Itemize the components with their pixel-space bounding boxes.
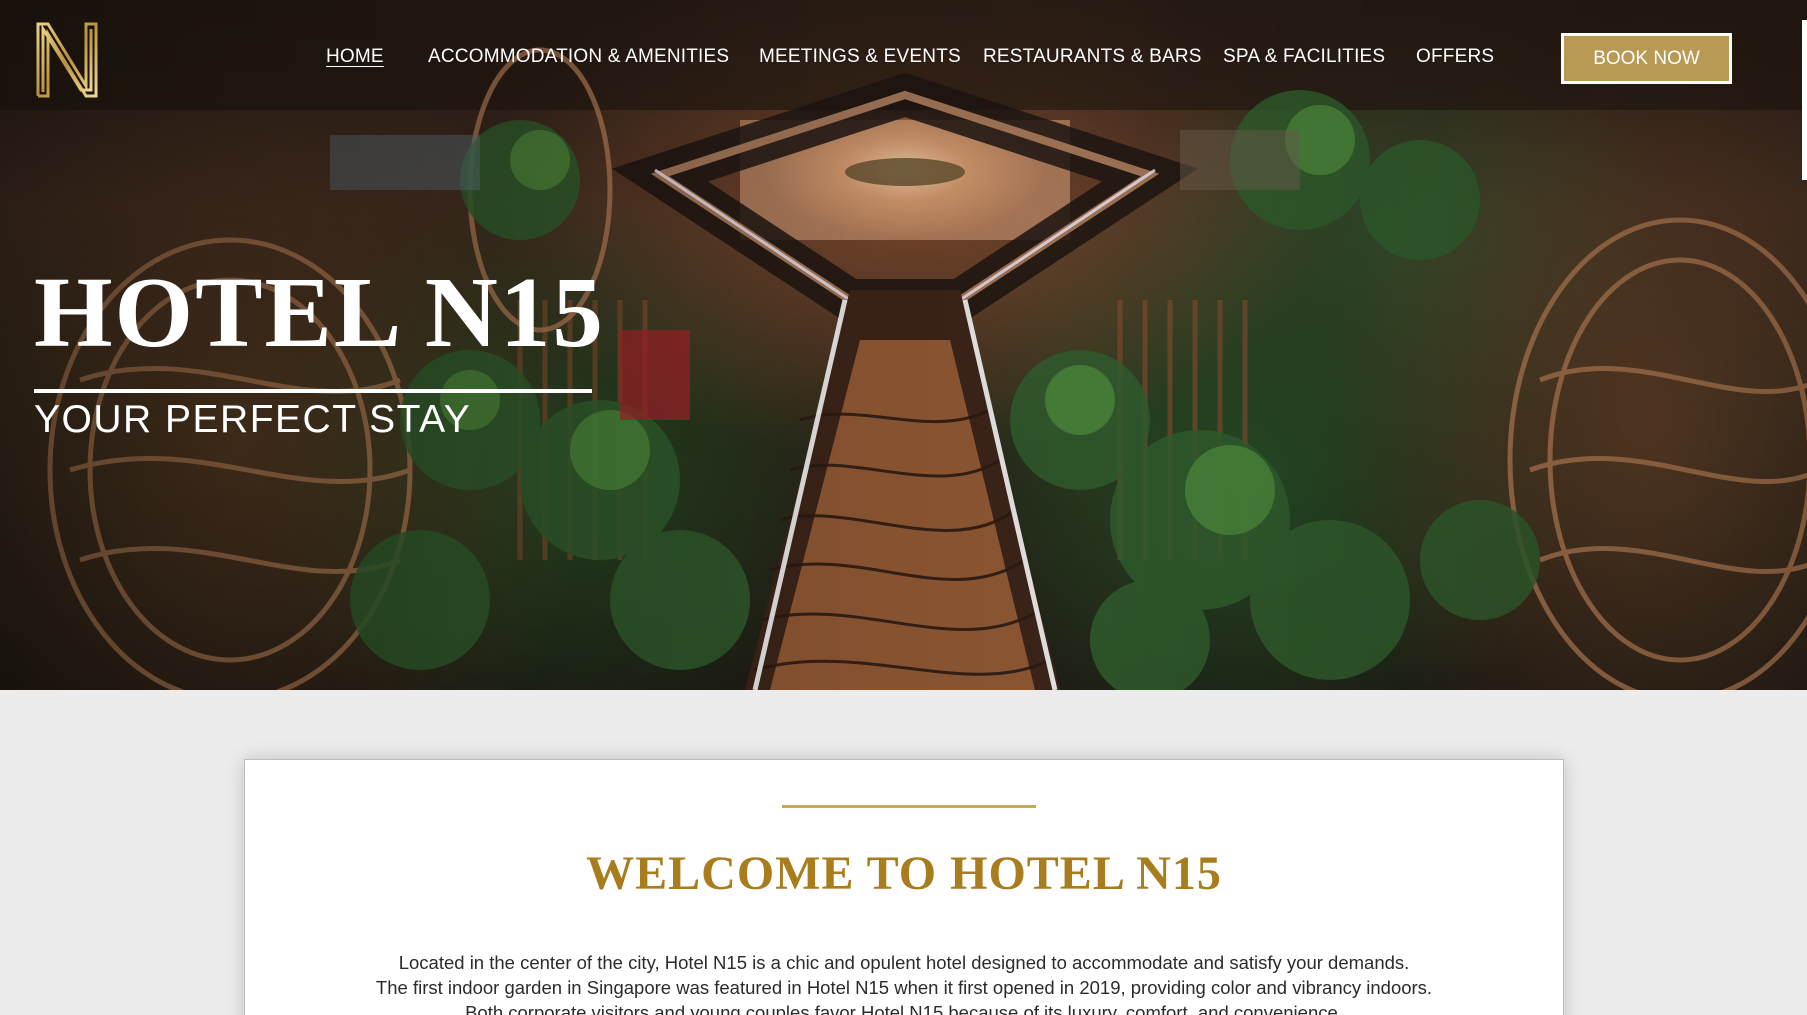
nav-home[interactable]: HOME bbox=[326, 46, 384, 68]
main-nav: HOME ACCOMMODATION & AMENITIES MEETINGS … bbox=[0, 46, 1807, 76]
page: HOME ACCOMMODATION & AMENITIES MEETINGS … bbox=[0, 0, 1807, 1015]
hero-divider bbox=[34, 389, 592, 393]
welcome-line-1: Located in the center of the city, Hotel… bbox=[398, 952, 1410, 973]
scrollbar-thumb[interactable] bbox=[1802, 20, 1807, 180]
nav-spa-facilities[interactable]: SPA & FACILITIES bbox=[1223, 46, 1385, 68]
book-now-button[interactable]: BOOK NOW bbox=[1561, 33, 1732, 84]
nav-meetings-events[interactable]: MEETINGS & EVENTS bbox=[759, 46, 961, 68]
hero-subtitle: YOUR PERFECT STAY bbox=[34, 398, 472, 441]
welcome-divider bbox=[782, 805, 1036, 808]
welcome-line-3: Both corporate visitors and young couple… bbox=[465, 1002, 1343, 1015]
welcome-card: WELCOME TO HOTEL N15 Located in the cent… bbox=[244, 759, 1564, 1015]
welcome-title: WELCOME TO HOTEL N15 bbox=[586, 847, 1222, 900]
hero-banner: HOME ACCOMMODATION & AMENITIES MEETINGS … bbox=[0, 0, 1807, 690]
nav-accommodation-amenities[interactable]: ACCOMMODATION & AMENITIES bbox=[428, 46, 729, 68]
nav-restaurants-bars[interactable]: RESTAURANTS & BARS bbox=[983, 46, 1202, 68]
welcome-paragraph: Located in the center of the city, Hotel… bbox=[245, 950, 1563, 1015]
nav-offers[interactable]: OFFERS bbox=[1416, 46, 1494, 68]
welcome-line-2: The first indoor garden in Singapore was… bbox=[375, 977, 1433, 998]
hero-title: HOTEL N15 bbox=[34, 256, 605, 368]
